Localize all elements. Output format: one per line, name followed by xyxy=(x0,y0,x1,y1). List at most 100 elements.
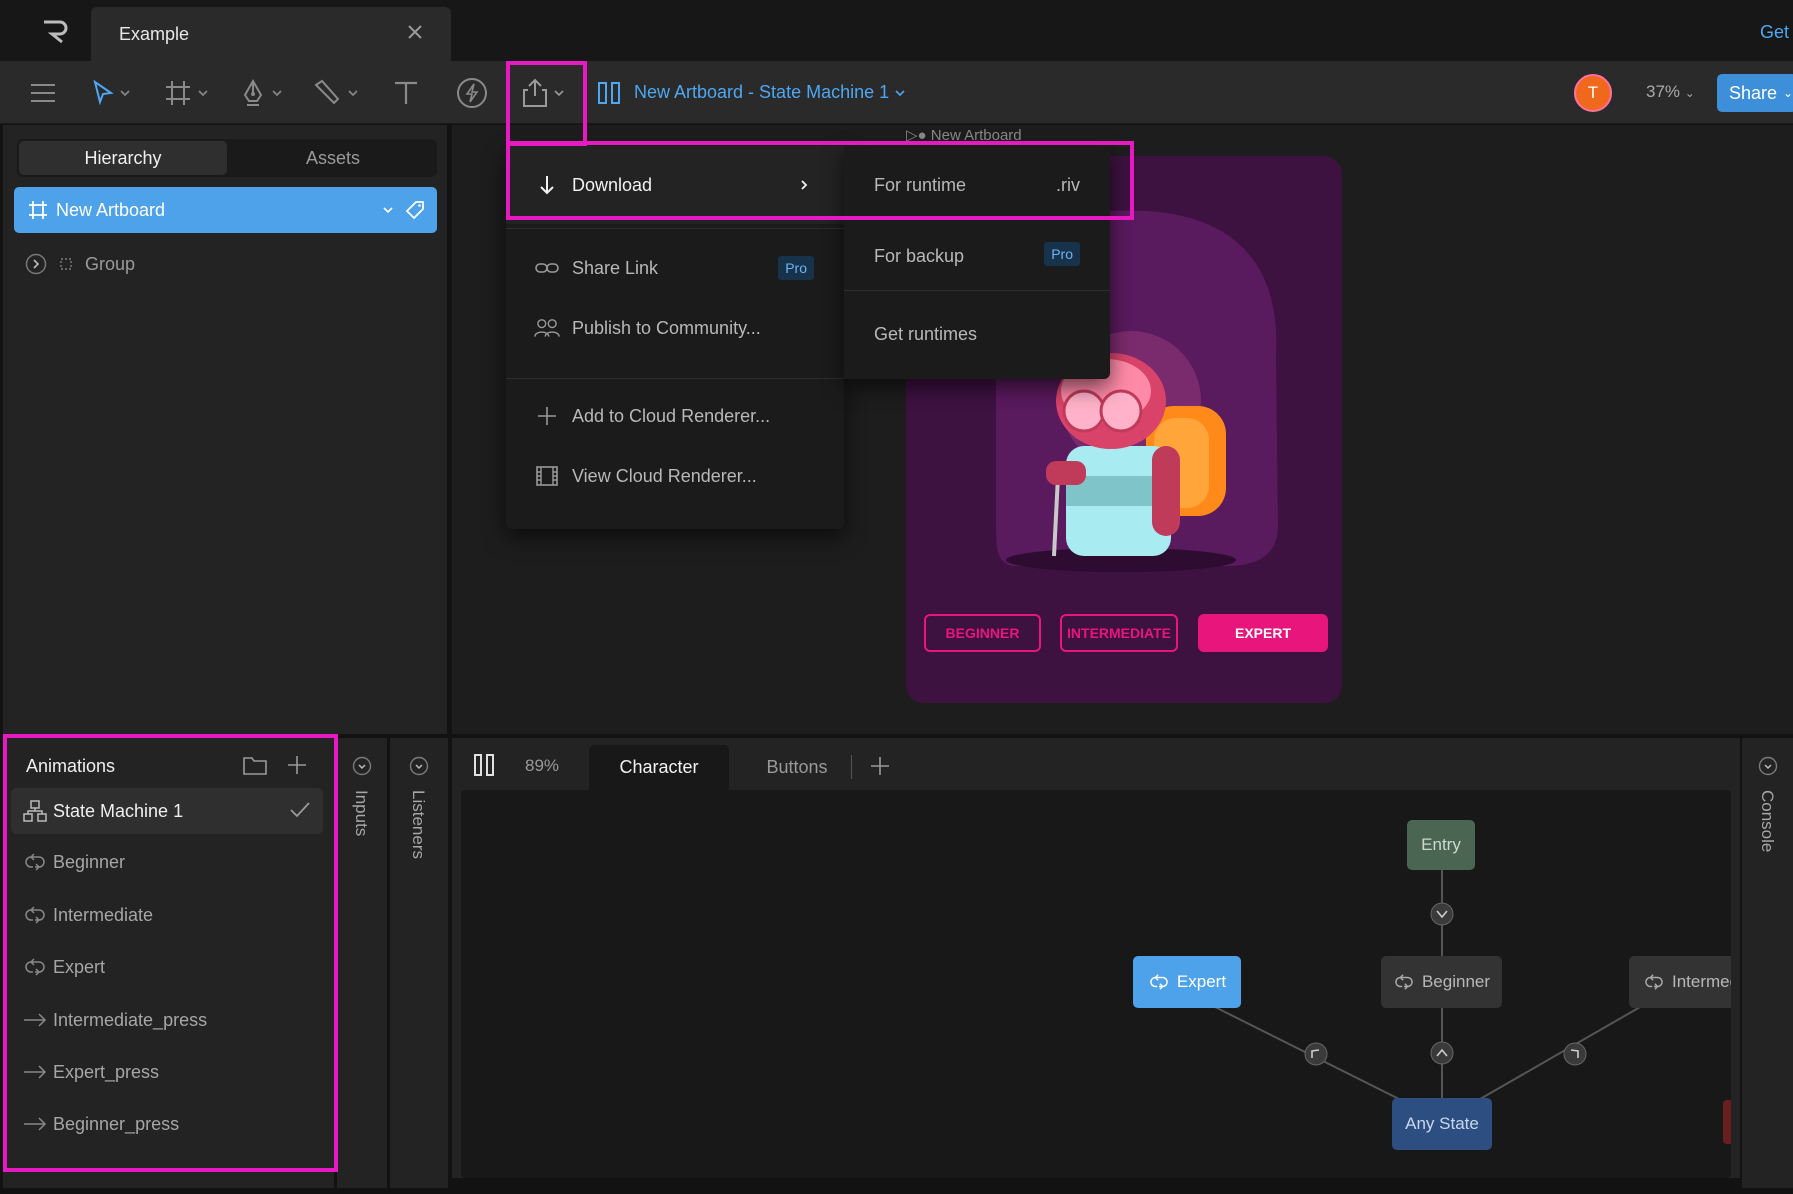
intermediate-button[interactable]: INTERMEDIATE xyxy=(1060,614,1178,652)
state-node-any-state[interactable]: Any State xyxy=(1392,1098,1492,1150)
file-tab[interactable]: Example xyxy=(91,7,451,61)
columns-icon[interactable] xyxy=(474,754,494,776)
lightning-icon xyxy=(456,77,488,109)
collapse-toggle-icon[interactable] xyxy=(409,756,429,776)
chevron-down-icon xyxy=(348,89,358,97)
toolbar: New Artboard - State Machine 1 xyxy=(0,61,1793,124)
artboard-title: New Artboard - State Machine 1 xyxy=(634,82,890,102)
events-tool[interactable] xyxy=(456,61,488,124)
state-node-entry[interactable]: Entry xyxy=(1407,820,1475,870)
frame-icon xyxy=(28,200,48,220)
hierarchy-item-group[interactable]: Group xyxy=(25,249,135,279)
title-bar: Example Get xyxy=(0,0,1793,61)
menu-divider xyxy=(506,228,844,229)
add-layer-icon[interactable] xyxy=(870,756,890,776)
close-icon[interactable] xyxy=(405,22,425,42)
highlight-animations-panel xyxy=(3,734,338,1172)
menu-item-publish[interactable]: Publish to Community... xyxy=(506,302,844,354)
zoom-selector[interactable]: 37% ⌄ xyxy=(1646,82,1695,102)
artboard-selector[interactable]: New Artboard - State Machine 1 xyxy=(598,61,905,124)
menu-item-label: Share Link xyxy=(572,257,659,278)
link-icon xyxy=(534,262,560,274)
state-machine-toolbar: 89% Character Buttons xyxy=(452,738,1740,790)
group-label: Group xyxy=(85,253,136,274)
chevron-down-icon: ⌄ xyxy=(1684,86,1695,100)
shape-tool[interactable] xyxy=(312,61,358,124)
offscreen-node[interactable] xyxy=(1723,1100,1731,1144)
state-machine-graph[interactable]: Entry Expert Beginner Intermediate Any S… xyxy=(461,790,1731,1178)
highlight-export-button xyxy=(506,61,587,146)
collapse-toggle-icon[interactable] xyxy=(1758,756,1778,776)
tab-hierarchy[interactable]: Hierarchy xyxy=(19,141,227,175)
loop-icon xyxy=(1148,973,1170,991)
console-panel[interactable]: Console xyxy=(1742,738,1793,1188)
artboard-tool[interactable] xyxy=(164,61,208,124)
group-icon xyxy=(59,257,73,271)
collapse-toggle-icon[interactable] xyxy=(352,756,372,776)
beginner-button[interactable]: BEGINNER xyxy=(924,614,1041,652)
state-node-label: Expert xyxy=(1176,972,1227,991)
menu-item-label: Add to Cloud Renderer... xyxy=(572,405,771,426)
layer-tab-buttons[interactable]: Buttons xyxy=(742,745,852,790)
inputs-label: Inputs xyxy=(352,790,371,837)
pen-tool[interactable] xyxy=(240,61,282,124)
pointer-icon xyxy=(92,79,114,106)
submenu-item-label: Get runtimes xyxy=(874,323,978,344)
loop-icon xyxy=(1393,973,1415,991)
file-tab-label: Example xyxy=(119,24,190,44)
share-button-label: Share xyxy=(1729,82,1778,103)
menu-item-label: View Cloud Renderer... xyxy=(572,465,757,486)
hierarchy-panel: Hierarchy Assets New Artboard Group xyxy=(3,125,447,734)
console-label: Console xyxy=(1758,790,1777,853)
chevron-down-icon: ⌄ xyxy=(1783,86,1793,100)
panel-tabs: Hierarchy Assets xyxy=(17,139,437,177)
artboard-name: New Artboard xyxy=(56,199,166,220)
chevron-down-icon xyxy=(895,89,905,97)
state-node-expert[interactable]: Expert xyxy=(1133,956,1241,1008)
listeners-label: Listeners xyxy=(409,790,428,859)
pro-badge: Pro xyxy=(1044,242,1080,266)
tab-divider xyxy=(851,755,852,779)
tab-assets[interactable]: Assets xyxy=(231,141,435,175)
submenu-item-get-runtimes[interactable]: Get runtimes xyxy=(844,306,1110,362)
state-node-label: Beginner xyxy=(1421,972,1491,991)
graph-zoom[interactable]: 89% xyxy=(525,756,559,776)
menu-icon[interactable] xyxy=(30,61,56,124)
transition-lines xyxy=(1190,870,1662,1111)
hierarchy-item-artboard[interactable]: New Artboard xyxy=(14,187,437,233)
film-icon xyxy=(534,466,560,486)
users-icon xyxy=(534,317,560,339)
state-node-intermediate[interactable]: Intermediate xyxy=(1629,956,1731,1008)
share-button[interactable]: Share ⌄ xyxy=(1717,74,1793,112)
menu-item-view-cloud-renderer[interactable]: View Cloud Renderer... xyxy=(506,450,844,502)
menu-item-add-cloud-renderer[interactable]: Add to Cloud Renderer... xyxy=(506,390,844,442)
brush-icon xyxy=(312,79,342,107)
plus-icon xyxy=(534,406,560,426)
inputs-panel[interactable]: Inputs xyxy=(337,738,387,1188)
tag-icon[interactable] xyxy=(405,200,425,220)
select-tool[interactable] xyxy=(92,61,130,124)
chevron-down-icon[interactable] xyxy=(383,206,393,214)
menu-divider xyxy=(844,290,1110,291)
state-node-beginner[interactable]: Beginner xyxy=(1381,956,1502,1008)
chevron-down-icon xyxy=(198,89,208,97)
layer-tab-character[interactable]: Character xyxy=(589,745,729,790)
loop-icon xyxy=(1643,973,1665,991)
get-link[interactable]: Get xyxy=(1760,22,1789,43)
submenu-item-for-backup[interactable]: For backup Pro xyxy=(844,228,1110,284)
expand-icon[interactable] xyxy=(25,253,47,275)
zoom-value: 37% xyxy=(1646,82,1681,101)
menu-item-share-link[interactable]: Share Link Pro xyxy=(506,242,844,294)
columns-icon xyxy=(598,81,620,105)
rive-logo-icon[interactable] xyxy=(20,0,90,61)
listeners-panel[interactable]: Listeners xyxy=(390,738,448,1188)
text-icon xyxy=(393,80,419,106)
frame-icon xyxy=(164,79,192,107)
chevron-down-icon xyxy=(120,89,130,97)
avatar[interactable]: T xyxy=(1574,74,1612,112)
text-tool[interactable] xyxy=(393,61,419,124)
expert-button[interactable]: EXPERT xyxy=(1198,614,1328,652)
highlight-download-row xyxy=(506,141,1134,220)
pro-badge: Pro xyxy=(778,256,814,280)
submenu-item-label: For backup xyxy=(874,245,965,266)
